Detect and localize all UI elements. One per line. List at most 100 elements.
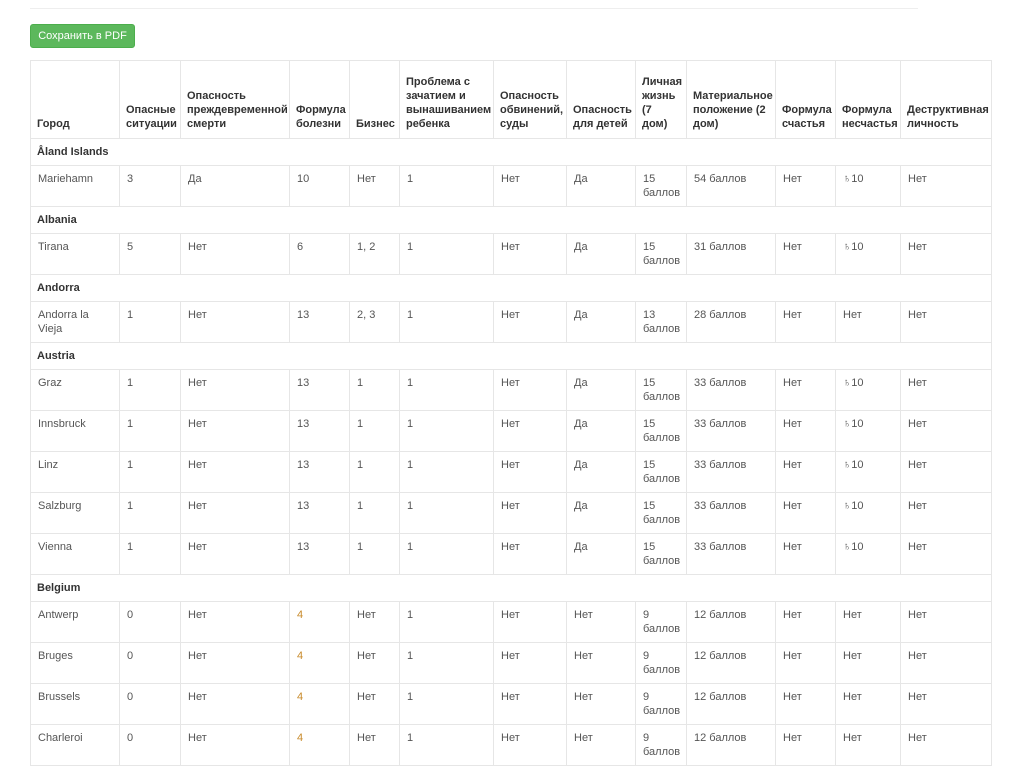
header-row: Город Опасные ситуации Опасность преждевре… [30, 60, 992, 139]
table-cell: Нет [349, 724, 400, 766]
country-group-row: Albania [30, 206, 992, 234]
table-cell: 1 [399, 301, 494, 343]
table-cell: ♄10 [835, 533, 901, 575]
country-name: Albania [30, 206, 992, 234]
table-cell: ♄10 [835, 165, 901, 207]
table-cell: Нет [493, 533, 567, 575]
table-cell: Нет [493, 451, 567, 493]
table-cell: 1 [119, 451, 181, 493]
table-cell: 1 [399, 724, 494, 766]
table-cell: ♄10 [835, 410, 901, 452]
table-cell: 15 баллов [635, 165, 687, 207]
table-cell: 1 [399, 533, 494, 575]
table-cell: 1 [119, 492, 181, 534]
table-row: Mariehamn 3 Да 10 Нет 1 Нет Да 15 баллов 54 балло… [30, 165, 992, 207]
table-cell: Да [566, 369, 636, 411]
top-divider [30, 8, 918, 9]
table-cell: 0 [119, 683, 181, 725]
city-cell: Tirana [30, 233, 120, 275]
save-pdf-button[interactable]: Сохранить в PDF [30, 24, 135, 48]
column-header: Опасность для детей [566, 60, 636, 139]
table-cell: Нет [900, 492, 992, 534]
table-cell: 15 баллов [635, 533, 687, 575]
table-cell: Нет [493, 724, 567, 766]
table-cell: 1 [349, 533, 400, 575]
table-cell: 5 [119, 233, 181, 275]
table-cell: 2, 3 [349, 301, 400, 343]
table-cell: 1 [349, 410, 400, 452]
column-header: Формула несчастья [835, 60, 901, 139]
table-row: Antwerp 0 Нет 4 Нет 1 Нет Нет 9 баллов 12 баллов Н… [30, 601, 992, 643]
table-cell: 1 [399, 233, 494, 275]
table-cell: 13 [289, 533, 350, 575]
table-cell: 0 [119, 642, 181, 684]
table-cell: 0 [119, 601, 181, 643]
column-header: Опасность обвинений, суды [493, 60, 567, 139]
table-cell: 1 [349, 369, 400, 411]
city-cell: Charleroi [30, 724, 120, 766]
table-cell: Нет [835, 724, 901, 766]
column-header: Бизнес [349, 60, 400, 139]
table-cell: Нет [775, 601, 836, 643]
table-header: Город Опасные ситуации Опасность преждевре… [30, 60, 992, 139]
table-cell: 4 [289, 683, 350, 725]
table-cell: Нет [775, 233, 836, 275]
table-cell: 3 [119, 165, 181, 207]
table-cell: 33 баллов [686, 369, 776, 411]
table-row: Graz 1 Нет 13 1 1 Нет Да 15 баллов 33 баллов Нет ♄1… [30, 369, 992, 411]
table-cell: Нет [180, 601, 290, 643]
column-header: Проблема с зачатием и вынашиванием ребен… [399, 60, 494, 139]
city-cell: Vienna [30, 533, 120, 575]
table-row: Tirana 5 Нет 6 1, 2 1 Нет Да 15 баллов 31 баллов Н… [30, 233, 992, 275]
table-cell: Нет [180, 369, 290, 411]
table-cell: 12 баллов [686, 642, 776, 684]
table-cell: Нет [900, 601, 992, 643]
table-cell: 13 баллов [635, 301, 687, 343]
table-cell: Нет [493, 492, 567, 534]
table-cell: Нет [775, 533, 836, 575]
table-cell: 9 баллов [635, 724, 687, 766]
table-cell: Нет [900, 165, 992, 207]
table-cell: 4 [289, 724, 350, 766]
country-group-row: Andorra [30, 274, 992, 302]
table-cell: Да [566, 233, 636, 275]
table-cell: 1 [119, 533, 181, 575]
table-cell: Нет [900, 410, 992, 452]
table-cell: Нет [180, 492, 290, 534]
city-cell: Bruges [30, 642, 120, 684]
table-cell: Нет [775, 410, 836, 452]
table-cell: Нет [180, 533, 290, 575]
table-cell: 28 баллов [686, 301, 776, 343]
table-cell: Да [566, 165, 636, 207]
table-cell: 1 [399, 492, 494, 534]
table-cell: ♄10 [835, 451, 901, 493]
table-body: Åland Islands Mariehamn 3 Да 10 Нет 1 Нет Да 15 б… [30, 138, 992, 766]
column-header: Город [30, 60, 120, 139]
table-cell: Нет [349, 683, 400, 725]
table-cell: Нет [775, 301, 836, 343]
table-cell: 13 [289, 451, 350, 493]
city-cell: Brussels [30, 683, 120, 725]
table-cell: Нет [493, 410, 567, 452]
table-cell: Нет [493, 301, 567, 343]
table-cell: 6 [289, 233, 350, 275]
table-row: Linz 1 Нет 13 1 1 Нет Да 15 баллов 33 баллов Нет ♄1… [30, 451, 992, 493]
table-cell: 15 баллов [635, 451, 687, 493]
table-cell: Нет [566, 724, 636, 766]
city-cell: Salzburg [30, 492, 120, 534]
column-header: Формула болезни [289, 60, 350, 139]
table-cell: 9 баллов [635, 642, 687, 684]
table-cell: 12 баллов [686, 601, 776, 643]
city-cell: Andorra la Vieja [30, 301, 120, 343]
table-cell: Нет [180, 642, 290, 684]
table-cell: Нет [900, 451, 992, 493]
city-cell: Linz [30, 451, 120, 493]
table-cell: 9 баллов [635, 683, 687, 725]
table-cell: 33 баллов [686, 533, 776, 575]
table-cell: Нет [900, 233, 992, 275]
country-group-row: Austria [30, 342, 992, 370]
table-cell: ♄10 [835, 369, 901, 411]
table-cell: 15 баллов [635, 492, 687, 534]
table-cell: Нет [775, 369, 836, 411]
column-header: Формула счастья [775, 60, 836, 139]
